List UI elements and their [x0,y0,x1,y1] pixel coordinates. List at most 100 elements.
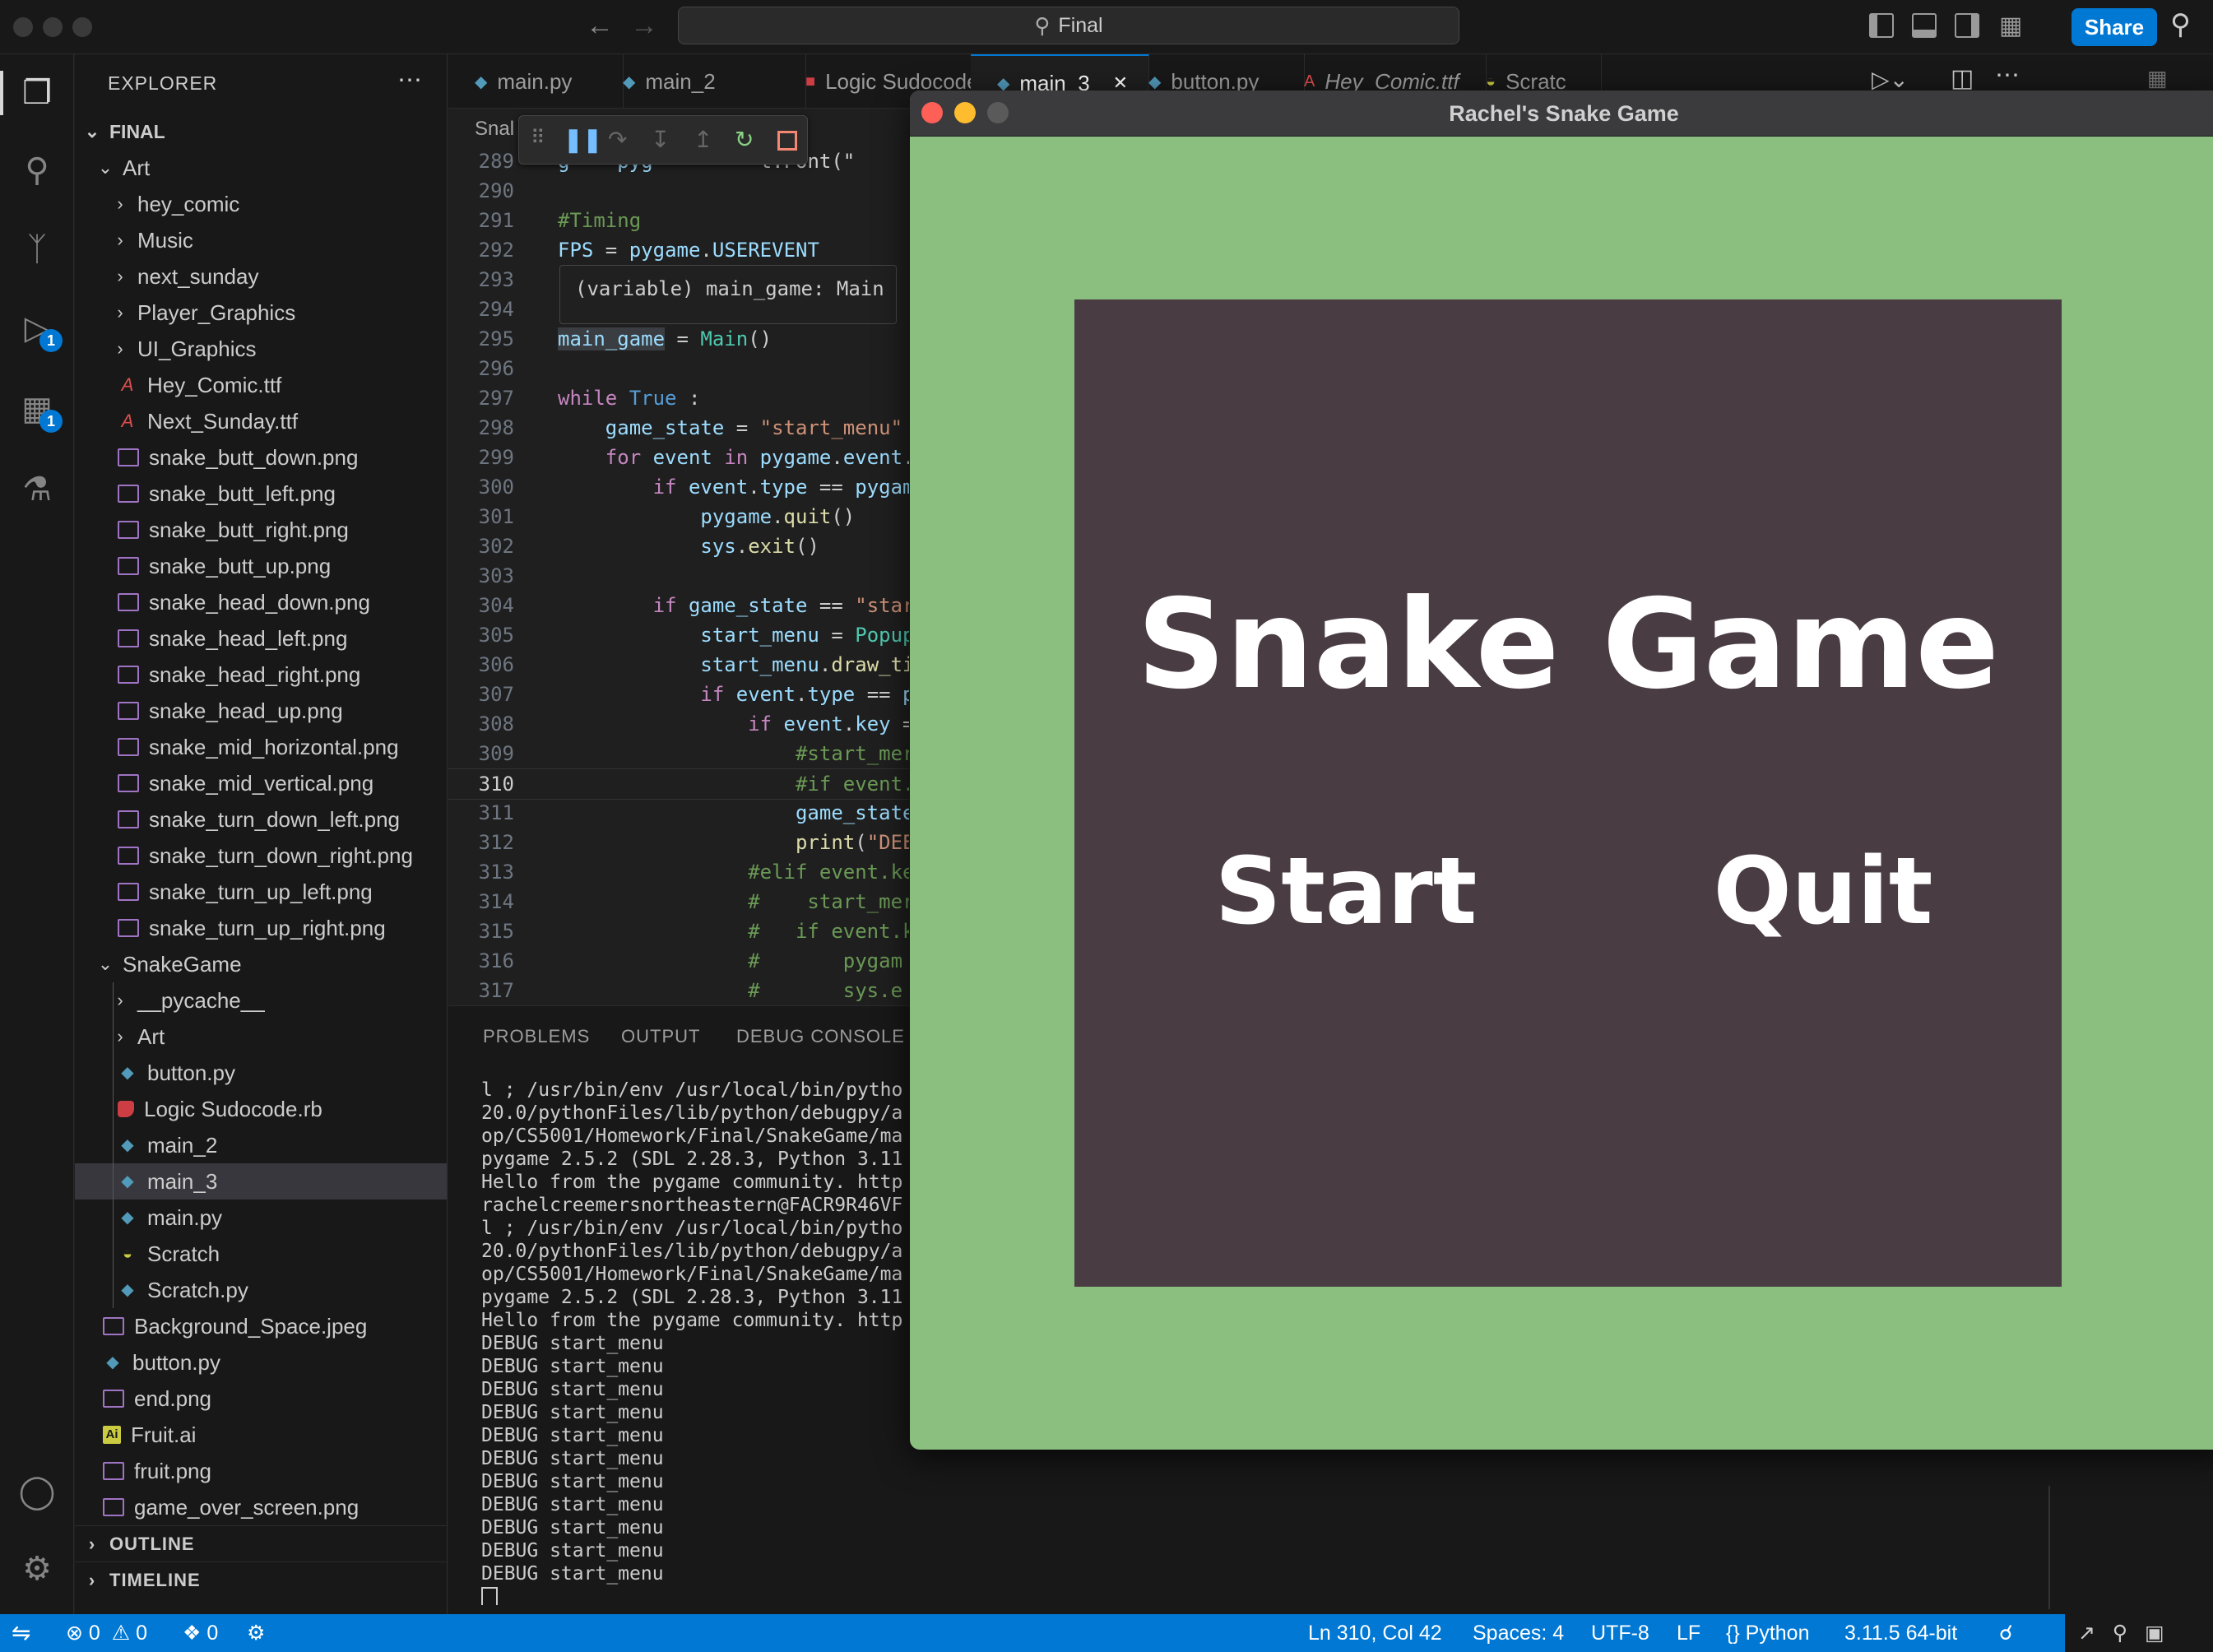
source-control-icon[interactable]: ᛉ [15,227,59,271]
tree-item[interactable]: snake_turn_up_right.png [75,910,447,946]
tree-item[interactable]: snake_butt_left.png [75,476,447,512]
testing-flask-icon[interactable]: ⚗ [15,467,59,512]
notifications-bell-icon[interactable]: ☌ [1999,1614,2013,1652]
code-line[interactable]: 301 pygame.quit() [448,502,909,531]
tree-item[interactable]: snake_head_right.png [75,657,447,693]
ports-status[interactable]: ❖ 0 [183,1614,218,1652]
tree-item[interactable]: › Player_Graphics [75,295,447,331]
indentation[interactable]: Spaces: 4 [1473,1614,1564,1652]
gear-icon[interactable]: ⚙ [15,1547,59,1591]
code-line[interactable]: 291 #Timing [448,206,909,235]
tree-item[interactable]: ⌄ SnakeGame [75,946,447,982]
code-line[interactable]: 308 if event.key = [448,709,909,739]
code-line[interactable]: 314 # start_mer [448,887,909,916]
code-line[interactable]: 309 #start_mer [448,739,909,768]
code-line[interactable]: 296 [448,354,909,383]
start-button[interactable]: Start [1198,834,1494,949]
tree-item[interactable]: A Next_Sunday.ttf [75,403,447,439]
tree-item[interactable]: ◆ main.py [75,1200,447,1236]
expand-icon[interactable]: ↗ [2078,1622,2095,1645]
code-line[interactable]: 304 if game_state == "star [448,591,909,620]
step-over-icon[interactable]: ↷ [608,126,627,153]
python-interpreter[interactable]: 3.11.5 64-bit [1844,1614,1957,1652]
code-line[interactable]: 317 # sys.e [448,976,909,1005]
window-zoom-button[interactable] [72,17,92,37]
code-line[interactable]: 313 #elif event.ke [448,857,909,887]
restart-icon[interactable]: ↻ [735,126,754,153]
tree-item[interactable]: ◆ button.py [75,1055,447,1091]
back-arrow-icon[interactable]: ← [586,10,614,42]
tab-debug-console[interactable]: DEBUG CONSOLE [736,1026,905,1047]
customize-layout-icon[interactable]: ▦ [1999,12,2022,40]
tree-item[interactable]: A Hey_Comic.ttf [75,367,447,403]
language-mode[interactable]: {} Python [1726,1614,1810,1652]
share-button[interactable]: Share [2071,8,2157,46]
drag-handle-icon[interactable]: ⠿ [531,126,545,150]
tree-item[interactable]: snake_head_up.png [75,693,447,729]
tree-item[interactable]: ◆ main_2 [75,1127,447,1163]
code-line[interactable]: 302 sys.exit() [448,531,909,561]
tree-item[interactable]: › __pycache__ [75,982,447,1019]
pause-icon[interactable]: ❚❚ [564,126,602,153]
terminal-output[interactable]: l ; /usr/bin/env /usr/local/bin/pytho 20.… [481,1079,942,1605]
code-line[interactable]: 311 game_state [448,798,909,828]
tree-item[interactable]: ⌄ Art [75,150,447,186]
tree-item[interactable]: end.png [75,1381,447,1417]
tree-item[interactable]: › next_sunday [75,258,447,295]
code-line[interactable]: 310 #if event. [448,768,909,800]
zoom-icon[interactable]: ⚲ [2113,1622,2127,1645]
code-line[interactable]: 306 start_menu.draw_ti [448,650,909,680]
step-out-icon[interactable]: ↥ [694,126,712,153]
tree-item[interactable]: › UI_Graphics [75,331,447,367]
tree-item[interactable]: Background_Space.jpeg [75,1308,447,1344]
window-minimize-button[interactable] [43,17,63,37]
quit-button[interactable]: Quit [1675,834,1971,949]
tree-item[interactable]: ◒ Scratch [75,1236,447,1272]
tab-output[interactable]: OUTPUT [621,1026,700,1047]
search-icon[interactable]: ⚲ [2170,8,2191,41]
code-line[interactable]: 312 print("DEE [448,828,909,857]
outline-section[interactable]: › OUTLINE [75,1525,447,1562]
tree-item[interactable]: snake_mid_vertical.png [75,765,447,801]
run-python-file-icon[interactable]: ▷⌄ [1872,66,1909,93]
toggle-primary-sidebar-icon[interactable] [1869,13,1894,38]
tree-item[interactable]: snake_butt_down.png [75,439,447,476]
layout-icon[interactable]: ▦ [2147,66,2168,91]
tree-item[interactable]: snake_butt_right.png [75,512,447,548]
tree-item[interactable]: ◆ main_3 [75,1163,447,1200]
tab-problems[interactable]: PROBLEMS [483,1026,590,1047]
tree-item[interactable]: game_over_screen.png [75,1489,447,1525]
tree-item[interactable]: Logic Sudocode.rb [75,1091,447,1127]
layout-icon[interactable]: ▣ [2145,1622,2164,1645]
problems-status[interactable]: ⊗ 0 ⚠ 0 [66,1614,147,1652]
tree-item[interactable]: › Art [75,1019,447,1055]
code-line[interactable]: 290 [448,176,909,206]
remote-icon[interactable]: ⇋ [12,1614,30,1652]
debug-status-icon[interactable]: ⚙ [247,1614,265,1652]
encoding[interactable]: UTF-8 [1591,1614,1649,1652]
explorer-icon[interactable]: ❐ [0,71,59,115]
code-line[interactable]: 298 game_state = "start_menu" [448,413,909,443]
tree-item[interactable]: snake_mid_horizontal.png [75,729,447,765]
account-icon[interactable]: ◯ [15,1469,59,1514]
toggle-panel-icon[interactable] [1912,13,1937,38]
code-line[interactable]: 297 while True : [448,383,909,413]
tree-item[interactable]: snake_turn_up_left.png [75,874,447,910]
extensions-icon[interactable]: ▦ 1 [15,387,63,433]
end-of-line[interactable]: LF [1677,1614,1700,1652]
split-editor-icon[interactable]: ◫ [1951,64,1974,93]
command-center-search[interactable]: ⚲ Final [678,7,1459,44]
stop-icon[interactable] [777,131,797,151]
code-line[interactable]: 295 main_game = Main() [448,324,909,354]
forward-arrow-icon[interactable]: → [630,10,658,42]
tree-item[interactable]: › hey_comic [75,186,447,222]
more-actions-icon[interactable]: ⋯ [1995,61,2020,90]
workspace-root[interactable]: ⌄ FINAL [75,114,447,150]
tree-item[interactable]: snake_head_down.png [75,584,447,620]
tree-item[interactable]: ◆ Scratch.py [75,1272,447,1308]
code-line[interactable]: 315 # if event.k [448,916,909,946]
code-line[interactable]: 305 start_menu = Popup [448,620,909,650]
tree-item[interactable]: snake_butt_up.png [75,548,447,584]
code-line[interactable]: 300 if event.type == pygam [448,472,909,502]
tree-item[interactable]: snake_turn_down_right.png [75,838,447,874]
